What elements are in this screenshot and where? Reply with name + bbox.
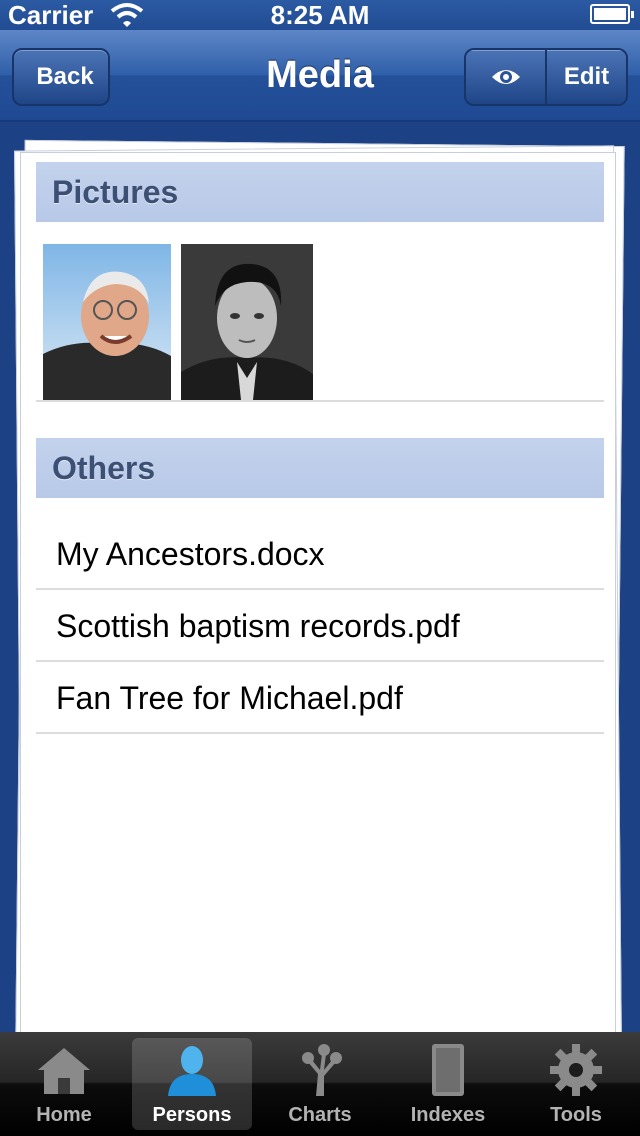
eye-icon	[491, 70, 520, 84]
picture-thumbnail[interactable]	[181, 244, 313, 400]
divider	[36, 400, 604, 402]
tree-icon	[302, 1044, 342, 1096]
tab-label: Charts	[288, 1104, 352, 1126]
navigation-bar: Back Media Edit	[0, 30, 640, 122]
tab-label: Indexes	[410, 1104, 486, 1126]
tab-indexes[interactable]: Indexes	[384, 1032, 512, 1136]
tab-label: Tools	[550, 1104, 602, 1126]
section-header-pictures: Pictures	[36, 162, 604, 222]
view-button[interactable]	[466, 50, 545, 104]
edit-button[interactable]: Edit	[545, 50, 626, 104]
status-bar: Carrier 8:25 AM	[0, 0, 640, 30]
tab-label: Home	[36, 1104, 92, 1126]
battery-icon	[590, 4, 634, 24]
section-header-others: Others	[36, 438, 604, 498]
tab-bar: Home Persons Charts Indexes Tools	[0, 1032, 640, 1136]
tab-tools[interactable]: Tools	[512, 1032, 640, 1136]
tab-charts[interactable]: Charts	[256, 1032, 384, 1136]
person-icon	[168, 1046, 216, 1096]
picture-thumbnail[interactable]	[43, 244, 171, 400]
list-item[interactable]: My Ancestors.docx	[36, 518, 604, 590]
tab-persons[interactable]: Persons	[128, 1032, 256, 1136]
tab-label: Persons	[152, 1104, 232, 1126]
home-icon	[38, 1048, 90, 1094]
tab-home[interactable]: Home	[0, 1032, 128, 1136]
book-icon	[432, 1044, 464, 1096]
list-item[interactable]: Fan Tree for Michael.pdf	[36, 662, 604, 734]
gear-icon	[550, 1044, 602, 1096]
status-time: 8:25 AM	[270, 0, 370, 30]
list-item[interactable]: Scottish baptism records.pdf	[36, 590, 604, 662]
nav-actions: Edit	[464, 48, 628, 106]
